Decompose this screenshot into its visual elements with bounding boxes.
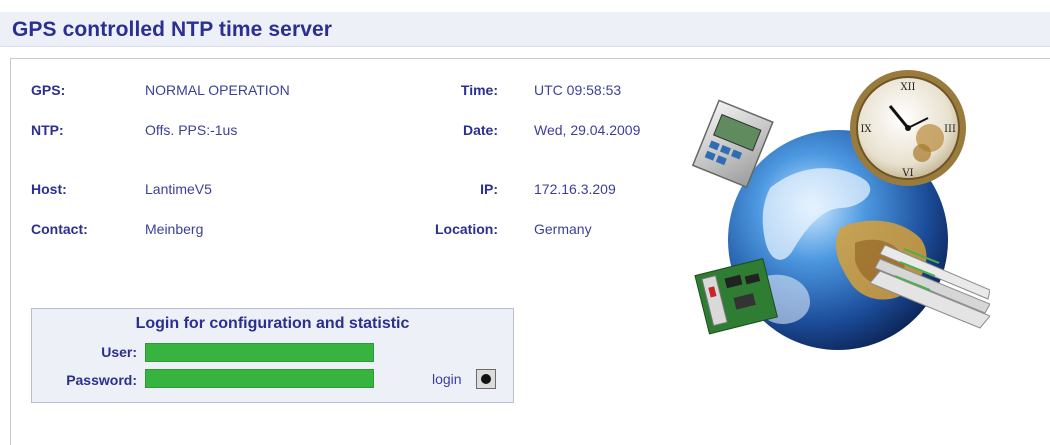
contact-label: Contact: bbox=[31, 221, 88, 237]
clock-icon: XII III VI IX bbox=[850, 70, 966, 186]
page-header: GPS controlled NTP time server bbox=[0, 12, 1050, 47]
ntp-label: NTP: bbox=[31, 122, 64, 138]
password-input[interactable] bbox=[145, 369, 374, 388]
time-value: UTC 09:58:53 bbox=[534, 82, 622, 98]
circuit-card-icon bbox=[694, 258, 779, 335]
user-input[interactable] bbox=[145, 343, 374, 362]
user-label: User: bbox=[101, 344, 137, 360]
ntp-value: Offs. PPS:-1us bbox=[145, 122, 238, 138]
date-value: Wed, 29.04.2009 bbox=[534, 122, 641, 138]
page-title: GPS controlled NTP time server bbox=[12, 18, 333, 41]
radio-dot-icon bbox=[481, 374, 491, 384]
svg-text:IX: IX bbox=[860, 124, 872, 135]
login-title: Login for configuration and statistic bbox=[135, 315, 410, 332]
host-label: Host: bbox=[31, 181, 67, 197]
ip-value: 172.16.3.209 bbox=[534, 181, 616, 197]
contact-value: Meinberg bbox=[145, 221, 204, 237]
location-label: Location: bbox=[435, 221, 498, 237]
gps-value: NORMAL OPERATION bbox=[145, 82, 290, 98]
login-box: Login for configuration and statistic Us… bbox=[31, 308, 514, 403]
host-value: LantimeV5 bbox=[145, 181, 212, 197]
ip-label: IP: bbox=[480, 181, 498, 197]
svg-text:XII: XII bbox=[900, 82, 915, 93]
globe-clock-devices-illustration: XII III VI IX bbox=[691, 70, 990, 350]
login-button[interactable] bbox=[476, 369, 496, 389]
svg-text:III: III bbox=[944, 124, 956, 135]
location-value: Germany bbox=[534, 221, 592, 237]
date-label: Date: bbox=[462, 122, 498, 138]
time-label: Time: bbox=[460, 82, 498, 98]
login-label: login bbox=[432, 371, 462, 387]
gps-label: GPS: bbox=[31, 82, 66, 98]
svg-text:VI: VI bbox=[901, 168, 913, 179]
password-label: Password: bbox=[66, 372, 137, 388]
